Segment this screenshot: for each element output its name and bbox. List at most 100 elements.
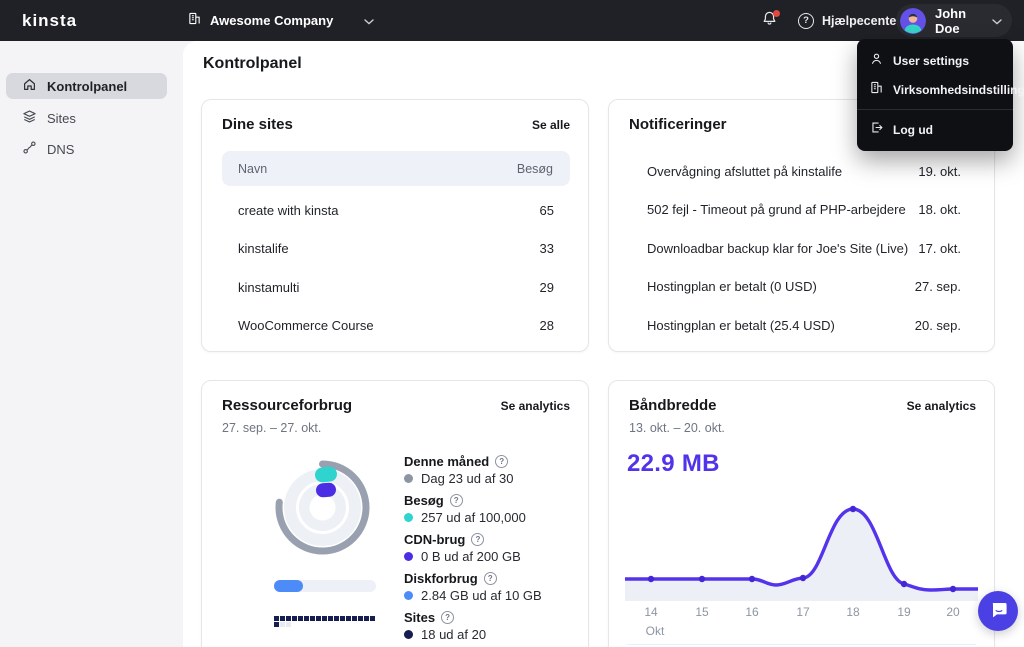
x-axis-tick: 14 (636, 605, 666, 619)
notification-dot (773, 10, 780, 17)
question-icon[interactable] (471, 533, 484, 546)
see-analytics-link[interactable]: Se analytics (907, 399, 976, 413)
table-row[interactable]: WooCommerce Course 28 (222, 307, 570, 343)
see-all-link[interactable]: Se alle (532, 118, 570, 132)
chat-bubble-icon (988, 599, 1008, 624)
menu-item-log-out[interactable]: Log ud (857, 115, 1013, 144)
question-icon[interactable] (450, 494, 463, 507)
blue-dot (404, 591, 413, 600)
x-axis-tick: 18 (838, 605, 868, 619)
menu-item-user-settings[interactable]: User settings (857, 46, 1013, 75)
navy-dot (404, 630, 413, 639)
see-analytics-link[interactable]: Se analytics (501, 399, 570, 413)
your-sites-card: Dine sites Se alle Navn Besøg create wit… (201, 99, 589, 352)
legend-label: Besøg (404, 493, 444, 508)
sidebar-item-dns[interactable]: DNS (6, 136, 167, 162)
question-icon[interactable] (441, 611, 454, 624)
column-name: Navn (238, 162, 267, 176)
list-item[interactable]: Downloadbar backup klar for Joe's Site (… (629, 230, 976, 266)
sidebar-item-kontrolpanel[interactable]: Kontrolpanel (6, 73, 167, 99)
site-name: create with kinsta (238, 203, 338, 218)
sidebar: Kontrolpanel Sites DNS (0, 41, 183, 647)
table-row[interactable]: kinstamulti 29 (222, 269, 570, 305)
menu-item-label: Log ud (893, 123, 933, 137)
menu-item-company-settings[interactable]: Virksomhedsindstillinger (857, 75, 1013, 104)
notification-text: Hostingplan er betalt (0 USD) (647, 279, 817, 294)
top-bar: kinsta Awesome Company Hjælpecenter J (0, 0, 1024, 41)
table-row[interactable]: create with kinsta 65 (222, 192, 570, 228)
x-axis-tick: 20 (938, 605, 968, 619)
card-title: Ressourceforbrug (222, 397, 352, 414)
company-name: Awesome Company (210, 13, 333, 28)
question-icon[interactable] (484, 572, 497, 585)
card-title: Dine sites (222, 116, 293, 133)
legend-value: Dag 23 ud af 30 (421, 471, 514, 486)
dns-icon (22, 140, 37, 158)
bandwidth-line-chart (625, 493, 978, 606)
bandwidth-card: Båndbredde Se analytics 13. okt. – 20. o… (608, 380, 995, 647)
resource-usage-card: Ressourceforbrug Se analytics 27. sep. –… (201, 380, 589, 647)
card-title: Notificeringer (629, 116, 727, 133)
purple-dot (404, 552, 413, 561)
date-range: 13. okt. – 20. okt. (629, 421, 725, 435)
layers-icon (22, 109, 37, 127)
table-row[interactable]: kinstalife 33 (222, 230, 570, 266)
notification-text: Downloadbar backup klar for Joe's Site (… (647, 241, 908, 256)
user-icon (870, 52, 883, 70)
logout-icon (870, 121, 883, 139)
site-visits: 29 (540, 280, 554, 295)
site-visits: 65 (540, 203, 554, 218)
x-axis-tick: 16 (737, 605, 767, 619)
legend-item-month: Denne måned Dag 23 ud af 30 (404, 453, 576, 486)
menu-item-label: Virksomhedsindstillinger (893, 83, 1024, 97)
x-axis-tick: 15 (687, 605, 717, 619)
list-item[interactable]: Hostingplan er betalt (0 USD) 27. sep. (629, 268, 976, 304)
user-menu-button[interactable]: John Doe (896, 4, 1012, 37)
column-visits: Besøg (517, 162, 553, 176)
legend-label: Sites (404, 610, 435, 625)
chevron-down-icon (992, 12, 1002, 30)
notification-text: Hostingplan er betalt (25.4 USD) (647, 318, 835, 333)
site-name: kinstalife (238, 241, 289, 256)
avatar (900, 8, 926, 34)
list-item[interactable]: Hostingplan er betalt (25.4 USD) 20. sep… (629, 307, 976, 343)
resource-usage-donut-chart (274, 459, 371, 556)
list-item[interactable]: 502 fejl - Timeout på grund af PHP-arbej… (629, 191, 976, 227)
site-name: WooCommerce Course (238, 318, 374, 333)
notifications-bell-button[interactable] (756, 8, 782, 34)
legend-value: 0 B ud af 200 GB (421, 549, 521, 564)
kinsta-logo[interactable]: kinsta (22, 11, 77, 31)
site-visits: 33 (540, 241, 554, 256)
card-title: Båndbredde (629, 397, 717, 414)
notification-date: 27. sep. (915, 279, 961, 294)
chat-widget-button[interactable] (978, 591, 1018, 631)
question-icon[interactable] (495, 455, 508, 468)
resource-legend: Denne måned Dag 23 ud af 30 Besøg 257 ud… (404, 453, 576, 647)
user-dropdown-menu: User settings Virksomhedsindstillinger L… (857, 39, 1013, 151)
menu-divider (857, 109, 1013, 110)
x-axis-tick: 19 (889, 605, 919, 619)
x-axis-tick: 17 (788, 605, 818, 619)
notification-text: 502 fejl - Timeout på grund af PHP-arbej… (647, 202, 906, 217)
site-name: kinstamulti (238, 280, 299, 295)
kinsta-dashboard: kinsta Awesome Company Hjælpecenter J (0, 0, 1024, 647)
notification-date: 20. sep. (915, 318, 961, 333)
date-range: 27. sep. – 27. okt. (222, 421, 321, 435)
chevron-down-icon (364, 12, 374, 30)
notification-date: 19. okt. (918, 164, 961, 179)
legend-label: CDN-brug (404, 532, 465, 547)
legend-item-visits: Besøg 257 ud af 100,000 (404, 492, 576, 525)
legend-item-sites: Sites 18 ud af 20 (404, 609, 576, 642)
notification-date: 18. okt. (918, 202, 961, 217)
help-center-button[interactable]: Hjælpecenter (798, 0, 901, 41)
menu-item-label: User settings (893, 54, 969, 68)
legend-value: 257 ud af 100,000 (421, 510, 526, 525)
card-divider (627, 644, 976, 645)
legend-item-disk: Diskforbrug 2.84 GB ud af 10 GB (404, 570, 576, 603)
list-item[interactable]: Overvågning afsluttet på kinstalife 19. … (629, 153, 976, 189)
bandwidth-total: 22.9 MB (627, 450, 720, 478)
legend-value: 2.84 GB ud af 10 GB (421, 588, 542, 603)
sidebar-item-label: Kontrolpanel (47, 79, 127, 94)
sidebar-item-sites[interactable]: Sites (6, 105, 167, 131)
company-selector[interactable]: Awesome Company (188, 0, 374, 41)
